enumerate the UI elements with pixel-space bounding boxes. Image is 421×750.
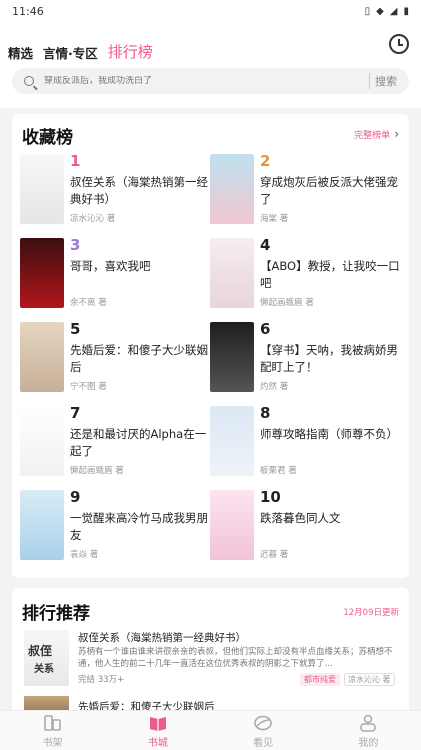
tab-featured[interactable]: 精选 <box>8 43 33 62</box>
nav-label: 书城 <box>147 738 168 749</box>
rank-item[interactable]: 8 师尊攻略指南（师尊不负） 板栗君 著 <box>210 404 400 478</box>
clock-icon[interactable] <box>389 34 409 54</box>
recommend-item[interactable]: 叔侄 关系 叔侄关系（海棠热销第一经典好书） 苏柄有一个谁由谁来讲很亲亲的表叔，… <box>24 630 398 690</box>
signal-icon: ◢ <box>389 5 398 17</box>
vibrate-icon: ▯ <box>364 5 371 17</box>
book-title: 还是和最讨厌的Alpha在一起了 <box>70 427 207 458</box>
search-icon <box>24 76 34 86</box>
nav-label: 看见 <box>253 738 274 749</box>
rank-item[interactable]: 4 【ABO】教授，让我咬一口吧懒起画蛾眉 著 <box>210 236 400 310</box>
rank-item[interactable]: 10 跌落暮色同人文迟暮 著 <box>210 488 400 562</box>
book-title: 叔侄关系（海棠热销第一经典好书） <box>78 632 246 644</box>
full-list-link[interactable]: 完整榜单 › <box>354 127 399 141</box>
battery-icon: ▮ <box>403 5 409 17</box>
book-title: 叔侄关系（海棠热销第一经典好书） <box>70 175 208 206</box>
book-cover: 叔侄 关系 <box>24 630 69 686</box>
nav-label: 书架 <box>42 738 63 749</box>
rank-number: 8 <box>260 404 271 422</box>
top-nav: 精选 言情·专区 排行榜 <box>0 36 421 62</box>
book-author: 懒起画蛾眉 著 <box>70 466 124 476</box>
book-title: 先婚后爱：和傻子大少联姻后 <box>70 343 208 374</box>
rank-number: 10 <box>260 488 281 506</box>
wifi-icon: ◆ <box>376 5 384 17</box>
book-title: 跌落暮色同人文 <box>260 511 341 525</box>
leaf-icon <box>254 715 272 731</box>
rank-item[interactable]: 5 先婚后爱：和傻子大少联姻后宁不图 著 <box>20 320 210 394</box>
search-button[interactable]: 搜索 <box>369 73 397 89</box>
section-title: 收藏榜 <box>22 128 73 148</box>
book-author: 宁不图 著 <box>70 382 107 392</box>
rank-number: 5 <box>70 320 81 338</box>
person-icon <box>360 714 377 732</box>
rank-number: 2 <box>260 152 271 170</box>
open-book-icon <box>149 717 166 731</box>
rank-number: 3 <box>70 236 81 254</box>
nav-label: 我的 <box>358 738 379 749</box>
book-author: 海棠 著 <box>260 214 289 224</box>
rank-item[interactable]: 7 还是和最讨厌的Alpha在一起了懒起画蛾眉 著 <box>20 404 210 478</box>
book-cover <box>210 154 254 224</box>
book-cover <box>210 238 254 308</box>
status-bar: 11:46 ▯ ◆ ◢ ▮ <box>0 0 421 22</box>
rank-item[interactable]: 6 【穿书】天呐，我被病娇男配盯上了！ 灼然 著 <box>210 320 400 394</box>
book-title: 穿成炮灰后被反派大佬强宠了 <box>260 175 398 206</box>
book-cover <box>20 322 64 392</box>
book-author: 灼然 著 <box>260 382 289 392</box>
rank-item[interactable]: 1 叔侄关系（海棠热销第一经典好书） 凉水沁沁 著 <box>20 152 210 226</box>
book-title: 【ABO】教授，让我咬一口吧 <box>260 259 400 290</box>
nav-bookstore[interactable]: 书城 <box>105 711 210 750</box>
rank-item[interactable]: 9 一觉醒来高冷竹马成我男朋友袁焱 著 <box>20 488 210 562</box>
rank-item[interactable]: 2 穿成炮灰后被反派大佬强宠了海棠 著 <box>210 152 400 226</box>
book-cover <box>20 238 64 308</box>
rank-number: 7 <box>70 404 81 422</box>
status-time: 11:46 <box>12 4 44 18</box>
book-cover <box>210 406 254 476</box>
book-cover <box>210 322 254 392</box>
book-cover <box>210 490 254 560</box>
book-author: 余不离 著 <box>70 298 107 308</box>
genre-tag: 都市纯爱 <box>300 673 340 686</box>
nav-discover[interactable]: 看见 <box>211 711 316 750</box>
rank-item[interactable]: 3 哥哥，喜欢我吧余不离 著 <box>20 236 210 310</box>
search-bar[interactable]: 搜索 <box>12 68 409 94</box>
search-input[interactable] <box>44 76 369 86</box>
rank-number: 1 <box>70 152 81 170</box>
chevron-right-icon: › <box>394 127 399 141</box>
book-title: 师尊攻略指南（师尊不负） <box>260 427 398 441</box>
update-date: 12月09日更新 <box>343 608 399 618</box>
rank-number: 6 <box>260 320 271 338</box>
section-title: 排行推荐 <box>22 604 90 624</box>
book-title: 哥哥，喜欢我吧 <box>70 259 151 273</box>
rank-number: 9 <box>70 488 81 506</box>
tab-romance-zone[interactable]: 言情·专区 <box>43 43 98 62</box>
top-area: 精选 言情·专区 排行榜 搜索 <box>0 22 421 108</box>
book-title: 【穿书】天呐，我被病娇男配盯上了！ <box>260 343 398 374</box>
book-author: 板栗君 著 <box>260 466 297 476</box>
bookshelf-icon <box>43 715 61 731</box>
book-cover <box>20 490 64 560</box>
book-cover <box>20 154 64 224</box>
book-title: 一觉醒来高冷竹马成我男朋友 <box>70 511 208 542</box>
book-meta: 完结 33万+ <box>78 675 125 685</box>
bottom-nav: 书架 书城 看见 我的 <box>0 710 421 750</box>
book-author: 凉水沁沁 著 <box>70 214 116 224</box>
favorites-ranking-card: 收藏榜 完整榜单 › 1 叔侄关系（海棠热销第一经典好书） 凉水沁沁 著 2 穿成炮灰后… <box>12 114 409 578</box>
nav-bookshelf[interactable]: 书架 <box>0 711 105 750</box>
book-author: 迟暮 著 <box>260 550 289 560</box>
book-author: 袁焱 著 <box>70 550 99 560</box>
status-icons: ▯ ◆ ◢ ▮ <box>365 6 409 17</box>
rank-number: 4 <box>260 236 271 254</box>
nav-mine[interactable]: 我的 <box>316 711 421 750</box>
book-cover <box>20 406 64 476</box>
author-tag: 凉水沁沁 著 <box>344 673 395 686</box>
book-author: 懒起画蛾眉 著 <box>260 298 314 308</box>
full-list-label: 完整榜单 <box>354 130 391 141</box>
book-description: 苏柄有一个谁由谁来讲很亲亲的表叔，但他们实际上却没有半点血缘关系；苏柄想不通，他… <box>78 647 393 669</box>
tab-ranking[interactable]: 排行榜 <box>108 41 153 62</box>
